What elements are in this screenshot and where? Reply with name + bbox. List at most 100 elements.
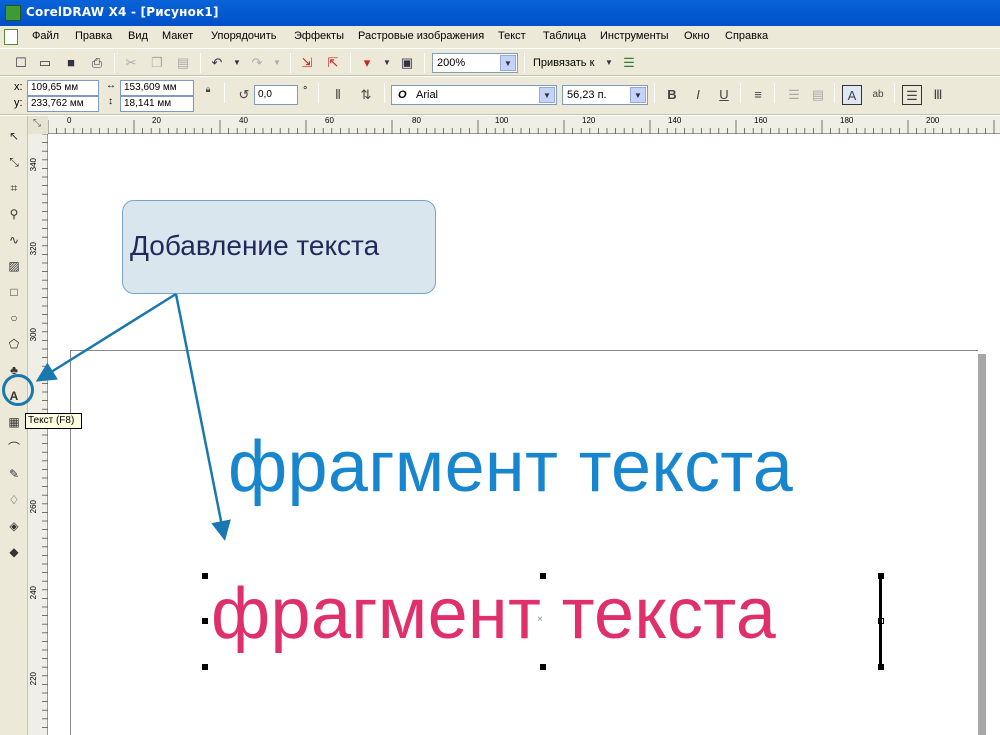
- x-position-field[interactable]: 109,65 мм: [27, 80, 99, 96]
- lock-ratio-icon[interactable]: 🔒︎: [198, 79, 218, 99]
- chevron-down-icon[interactable]: ▼: [500, 55, 516, 71]
- vertical-text-icon[interactable]: Ⅲ: [928, 85, 948, 105]
- fill-tool-icon[interactable]: ◈: [4, 516, 24, 536]
- copy-icon[interactable]: ❐: [148, 54, 166, 72]
- underline-icon[interactable]: U: [714, 85, 734, 105]
- save-icon[interactable]: ■: [62, 54, 80, 72]
- document-icon[interactable]: [4, 29, 18, 45]
- toolbox: ↖ ⤡ ⌗ ⚲ ∿ ▨ □ ○ ⬠ ♣ A ▦ ⌒ ✎ ♢ ◈ ◆: [0, 116, 28, 735]
- horizontal-text-icon[interactable]: ☰: [902, 85, 922, 105]
- outline-tool-icon[interactable]: ♢: [4, 490, 24, 510]
- undo-dropdown-icon[interactable]: ▼: [228, 54, 246, 72]
- ruler-origin-corner[interactable]: ⤡: [28, 116, 48, 134]
- selection-handle[interactable]: [540, 664, 546, 670]
- selection-handle[interactable]: [202, 664, 208, 670]
- page-boundary: [70, 350, 978, 735]
- paste-icon[interactable]: ▤: [174, 54, 192, 72]
- ruler-label: 120: [582, 116, 596, 125]
- interactive-fill-tool-icon[interactable]: ◆: [4, 542, 24, 562]
- object-width-field[interactable]: 153,609 мм: [120, 80, 194, 96]
- menu-text[interactable]: Текст: [498, 30, 526, 42]
- toolbar-separator: [834, 83, 835, 103]
- vertical-ruler[interactable]: 340 320 300 260 240 220: [28, 133, 48, 735]
- polygon-tool-icon[interactable]: ⬠: [4, 334, 24, 354]
- launcher-dropdown-icon[interactable]: ▼: [378, 54, 396, 72]
- bullet-list-icon[interactable]: ☰: [784, 85, 804, 105]
- export-icon[interactable]: ⇱: [324, 54, 342, 72]
- edit-text-icon[interactable]: ab: [868, 85, 888, 105]
- zoom-tool-icon[interactable]: ⚲: [4, 204, 24, 224]
- font-family-select[interactable]: O Arial ▼: [391, 85, 557, 105]
- table-tool-icon[interactable]: ▦: [4, 412, 24, 432]
- font-size-select[interactable]: 56,23 п. ▼: [562, 85, 648, 105]
- ruler-label: 60: [325, 116, 334, 125]
- menu-help[interactable]: Справка: [725, 30, 768, 42]
- selection-handle[interactable]: [540, 573, 546, 579]
- interactive-blend-tool-icon[interactable]: ⌒: [4, 438, 24, 458]
- bold-icon[interactable]: B: [662, 85, 682, 105]
- mirror-horizontal-icon[interactable]: ⫴: [328, 85, 348, 105]
- snap-to-label[interactable]: Привязать к: [533, 57, 594, 69]
- menu-layout[interactable]: Макет: [162, 30, 193, 42]
- chevron-down-icon[interactable]: ▼: [539, 87, 555, 103]
- text-alignment-icon[interactable]: ≡: [748, 85, 768, 105]
- menu-effects[interactable]: Эффекты: [294, 30, 344, 42]
- menu-edit[interactable]: Правка: [75, 30, 112, 42]
- artistic-text-blue[interactable]: фрагмент текста: [228, 426, 793, 508]
- rectangle-tool-icon[interactable]: □: [4, 282, 24, 302]
- menu-file[interactable]: Файл: [32, 30, 59, 42]
- shape-tool-icon[interactable]: ⤡: [4, 152, 24, 172]
- object-height-field[interactable]: 18,141 мм: [120, 96, 194, 112]
- menu-bitmaps[interactable]: Растровые изображения: [358, 30, 484, 42]
- format-text-icon[interactable]: A: [842, 85, 862, 105]
- options-icon[interactable]: ☰: [620, 54, 638, 72]
- menu-arrange[interactable]: Упорядочить: [211, 30, 276, 42]
- center-marker-icon: ×: [537, 614, 543, 625]
- property-bar: x: y: 109,65 мм 233,762 мм ↔ ↕ 153,609 м…: [0, 77, 1000, 115]
- toolbar-separator: [384, 83, 385, 103]
- drop-cap-icon[interactable]: ▤: [808, 85, 828, 105]
- redo-dropdown-icon[interactable]: ▼: [268, 54, 286, 72]
- menu-view[interactable]: Вид: [128, 30, 148, 42]
- ruler-label: 140: [668, 116, 682, 125]
- eyedropper-tool-icon[interactable]: ✎: [4, 464, 24, 484]
- menu-window[interactable]: Окно: [684, 30, 710, 42]
- chevron-down-icon[interactable]: ▼: [630, 87, 646, 103]
- ruler-label: 220: [29, 672, 38, 686]
- toolbar-separator: [350, 53, 351, 73]
- ellipse-tool-icon[interactable]: ○: [4, 308, 24, 328]
- font-family-value: Arial: [416, 89, 439, 101]
- smart-fill-tool-icon[interactable]: ▨: [4, 256, 24, 276]
- application-launcher-icon[interactable]: ▾: [358, 54, 376, 72]
- opentype-font-icon: O: [398, 89, 407, 101]
- open-folder-icon[interactable]: ▭: [36, 54, 54, 72]
- undo-icon[interactable]: ↶: [208, 54, 226, 72]
- rotation-angle-field[interactable]: 0,0: [254, 85, 298, 105]
- ruler-label: 180: [840, 116, 854, 125]
- welcome-screen-icon[interactable]: ▣: [398, 54, 416, 72]
- page-shadow: [978, 354, 986, 735]
- print-icon[interactable]: ⎙: [88, 54, 106, 72]
- y-position-field[interactable]: 233,762 мм: [27, 96, 99, 112]
- zoom-level-select[interactable]: 200% ▼: [432, 53, 518, 73]
- mirror-vertical-icon[interactable]: ⇅: [356, 85, 376, 105]
- menu-tools[interactable]: Инструменты: [600, 30, 669, 42]
- ruler-label: 80: [412, 116, 421, 125]
- font-size-value: 56,23 п.: [567, 89, 607, 101]
- selection-handle[interactable]: [202, 618, 208, 624]
- toolbar-separator: [114, 53, 115, 73]
- freehand-tool-icon[interactable]: ∿: [4, 230, 24, 250]
- snap-dropdown-icon[interactable]: ▼: [600, 54, 618, 72]
- new-document-icon[interactable]: ☐: [12, 54, 30, 72]
- pick-tool-icon[interactable]: ↖: [4, 126, 24, 146]
- selection-handle[interactable]: [202, 573, 208, 579]
- crop-tool-icon[interactable]: ⌗: [4, 178, 24, 198]
- redo-icon[interactable]: ↷: [248, 54, 266, 72]
- toolbar-separator: [200, 53, 201, 73]
- artistic-text-pink-selected[interactable]: фрагмент текста: [211, 573, 776, 655]
- import-icon[interactable]: ⇲: [298, 54, 316, 72]
- horizontal-ruler[interactable]: 0 20 40 60 80 100 120 140 160 180 200: [28, 116, 1000, 134]
- italic-icon[interactable]: I: [688, 85, 708, 105]
- menu-table[interactable]: Таблица: [543, 30, 586, 42]
- cut-icon[interactable]: ✂: [122, 54, 140, 72]
